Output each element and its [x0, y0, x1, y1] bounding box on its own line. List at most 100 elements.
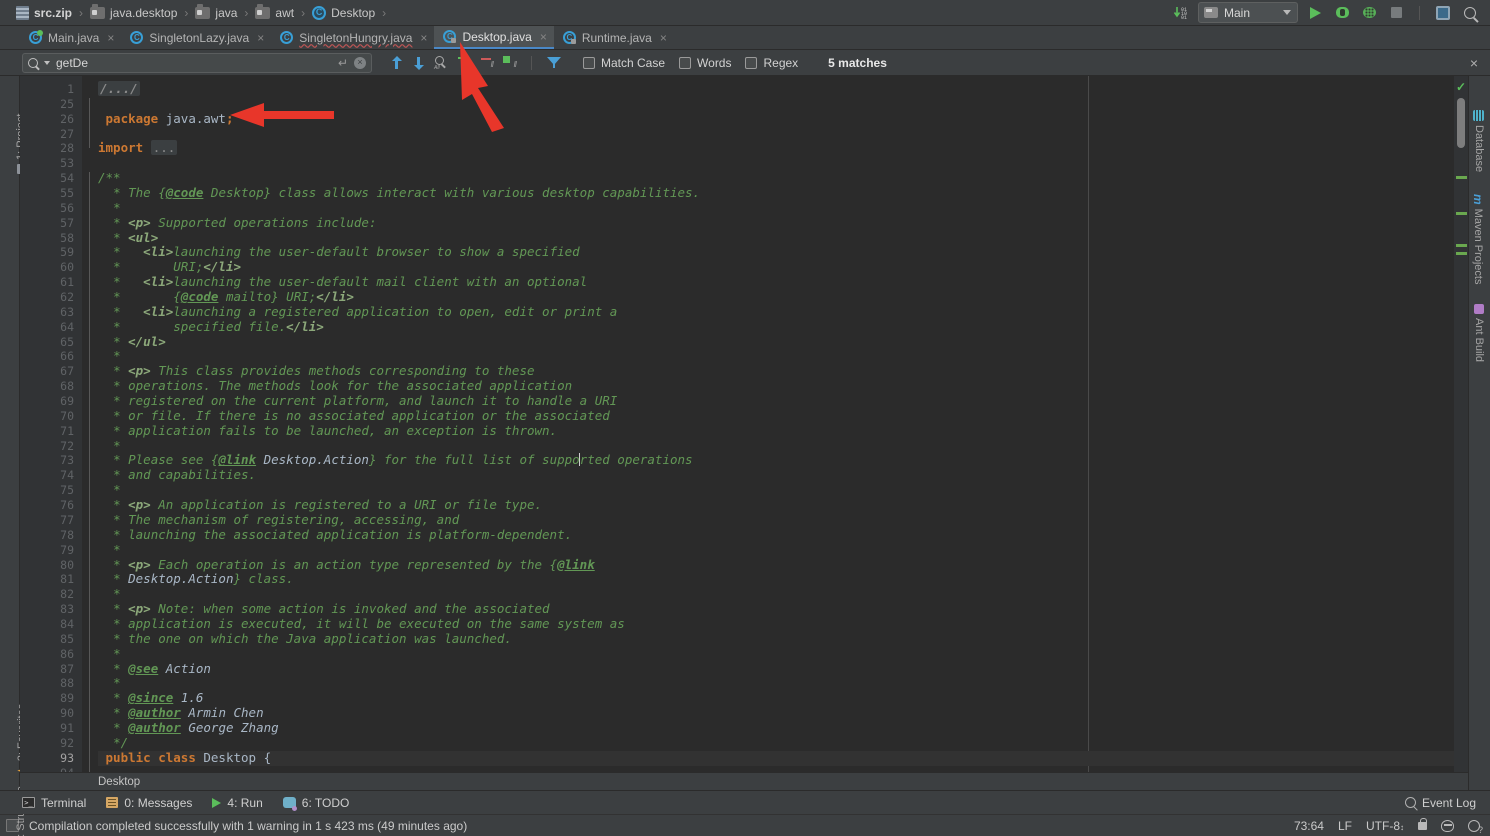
code-line[interactable]: * — [98, 646, 1454, 662]
code-line[interactable]: * — [98, 349, 1454, 364]
code-line[interactable]: * <p> Note: when some action is invoked … — [98, 601, 1454, 617]
code-line[interactable]: * <p> Each operation is an action type r… — [98, 557, 1454, 573]
breadcrumb-item-desktop[interactable]: C Desktop — [308, 3, 379, 23]
code-line[interactable]: * — [98, 586, 1454, 602]
stripe-marker[interactable] — [1456, 212, 1467, 215]
code-line[interactable]: /** — [98, 170, 1454, 186]
event-log-button[interactable]: Event Log — [1404, 796, 1490, 810]
tool-window-run[interactable]: 4: Run — [212, 796, 263, 810]
fold-column[interactable] — [82, 76, 98, 772]
breadcrumb-item-java[interactable]: java — [191, 3, 241, 23]
code-line[interactable]: * operations. The methods look for the a… — [98, 378, 1454, 394]
code-line[interactable]: * — [98, 438, 1454, 454]
search-everywhere-button[interactable] — [1460, 3, 1480, 23]
line-number-gutter[interactable]: 1+25262728+5354–555657585960616263646566… — [20, 76, 92, 772]
code-line[interactable]: */ — [98, 735, 1454, 751]
code-line[interactable] — [98, 97, 1454, 112]
stripe-marker[interactable] — [1456, 252, 1467, 255]
code-line[interactable]: package java.awt; — [98, 111, 1454, 127]
close-icon[interactable]: × — [540, 30, 547, 44]
add-selection-icon[interactable]: II — [456, 56, 471, 69]
match-case-checkbox[interactable]: Match Case — [583, 56, 673, 70]
tab-singletonhungry-java[interactable]: C SingletonHungry.java × — [271, 26, 434, 49]
code-line[interactable]: * The {@code Desktop} class allows inter… — [98, 185, 1454, 201]
code-line[interactable]: * — [98, 200, 1454, 216]
code-line[interactable]: * @author George Zhang — [98, 720, 1454, 736]
breadcrumb-item-awt[interactable]: awt — [251, 3, 298, 23]
line-separator[interactable]: LF — [1338, 819, 1352, 833]
code-line[interactable]: * <li>launching the user-default mail cl… — [98, 274, 1454, 290]
code-line[interactable]: /.../ — [98, 81, 1454, 97]
code-line[interactable]: * <ul> — [98, 230, 1454, 246]
code-line[interactable]: * specified file.</li> — [98, 319, 1454, 335]
code-line[interactable]: import ... — [98, 140, 1454, 156]
code-line[interactable]: * @author Armin Chen — [98, 705, 1454, 721]
tool-window-todo[interactable]: 6: TODO — [282, 796, 349, 811]
find-previous-icon[interactable] — [390, 55, 403, 70]
close-icon[interactable]: × — [107, 31, 114, 45]
lock-icon[interactable] — [1418, 817, 1427, 830]
regex-checkbox[interactable]: Regex — [745, 56, 806, 70]
code-line[interactable]: * The mechanism of registering, accessin… — [98, 512, 1454, 528]
settings-icon[interactable]: ? — [1468, 819, 1483, 835]
clear-icon[interactable]: × — [354, 56, 366, 69]
code-line[interactable]: * </ul> — [98, 334, 1454, 350]
caret-position[interactable]: 73:64 — [1294, 819, 1324, 833]
words-checkbox[interactable]: Words — [679, 56, 739, 70]
sidebar-item-database[interactable]: Database — [1473, 110, 1485, 172]
close-find-bar-icon[interactable]: × — [1470, 55, 1478, 71]
code-line[interactable]: * {@code mailto} URI;</li> — [98, 289, 1454, 305]
code-line[interactable]: * <p> Supported operations include: — [98, 215, 1454, 231]
chevron-down-icon[interactable] — [44, 60, 50, 65]
code-line[interactable]: * @since 1.6 — [98, 690, 1454, 706]
encoding[interactable]: UTF-8↕ — [1366, 819, 1404, 833]
code-line[interactable] — [98, 156, 1454, 171]
code-line[interactable]: * Desktop.Action} class. — [98, 571, 1454, 587]
code-line[interactable] — [98, 766, 1454, 772]
remove-selection-icon[interactable]: II — [479, 56, 494, 69]
find-next-icon[interactable] — [412, 56, 425, 70]
code-line[interactable]: * — [98, 542, 1454, 558]
tab-singletonlazy-java[interactable]: C SingletonLazy.java × — [121, 26, 271, 49]
tab-runtime-java[interactable]: C Runtime.java × — [554, 26, 674, 49]
code-line[interactable]: * — [98, 675, 1454, 691]
error-stripe-marker-panel[interactable]: ✓ — [1454, 76, 1468, 772]
code-editor[interactable]: /.../ package java.awt; import ... /** *… — [82, 76, 1454, 772]
breadcrumb-item-java-desktop[interactable]: java.desktop — [86, 3, 181, 23]
find-all-icon[interactable]: All — [434, 56, 447, 71]
stop-button[interactable] — [1386, 3, 1406, 23]
code-line[interactable]: * <li>launching the user-default browser… — [98, 245, 1454, 260]
stripe-marker[interactable] — [1456, 244, 1467, 247]
code-line[interactable]: * Please see {@link Desktop.Action} for … — [98, 453, 1454, 468]
code-line[interactable]: * the one on which the Java application … — [98, 631, 1454, 647]
debug-button[interactable] — [1332, 3, 1352, 23]
build-project-button[interactable] — [1433, 3, 1453, 23]
inspection-icon[interactable] — [1441, 819, 1454, 832]
sidebar-item-ant-build[interactable]: Ant Build — [1473, 304, 1485, 362]
code-line[interactable]: * application fails to be launched, an e… — [98, 423, 1454, 439]
code-line[interactable]: * <p> This class provides methods corres… — [98, 363, 1454, 379]
tab-main-java[interactable]: C Main.java × — [20, 26, 121, 49]
code-line[interactable]: * registered on the current platform, an… — [98, 393, 1454, 409]
code-line[interactable]: * — [98, 482, 1454, 498]
run-with-coverage-button[interactable] — [1359, 3, 1379, 23]
build-icon[interactable]: 01 10 01 — [1171, 3, 1191, 23]
stripe-marker[interactable] — [1456, 176, 1467, 179]
close-icon[interactable]: × — [660, 31, 667, 45]
code-line[interactable]: * application is executed, it will be ex… — [98, 616, 1454, 632]
filter-icon[interactable] — [547, 56, 561, 69]
tool-window-terminal[interactable]: >_ Terminal — [22, 796, 86, 810]
search-input[interactable]: getDe ↵ × — [22, 52, 372, 73]
sidebar-item-maven-projects[interactable]: m Maven Projects — [1471, 194, 1485, 284]
code-line[interactable]: public class Desktop { — [98, 750, 1454, 766]
scrollbar-thumb[interactable] — [1457, 98, 1465, 148]
code-line[interactable] — [98, 127, 1454, 142]
breadcrumb-item-src-zip[interactable]: src.zip — [12, 3, 76, 23]
code-line[interactable]: * @see Action — [98, 661, 1454, 677]
code-line[interactable]: * <li>launching a registered application… — [98, 304, 1454, 320]
editor-breadcrumb[interactable]: Desktop — [20, 772, 1468, 790]
code-line[interactable]: * <p> An application is registered to a … — [98, 497, 1454, 513]
run-configuration-selector[interactable]: Main — [1198, 2, 1298, 23]
code-line[interactable]: * and capabilities. — [98, 467, 1454, 483]
tool-window-messages[interactable]: 0: Messages — [106, 796, 192, 810]
